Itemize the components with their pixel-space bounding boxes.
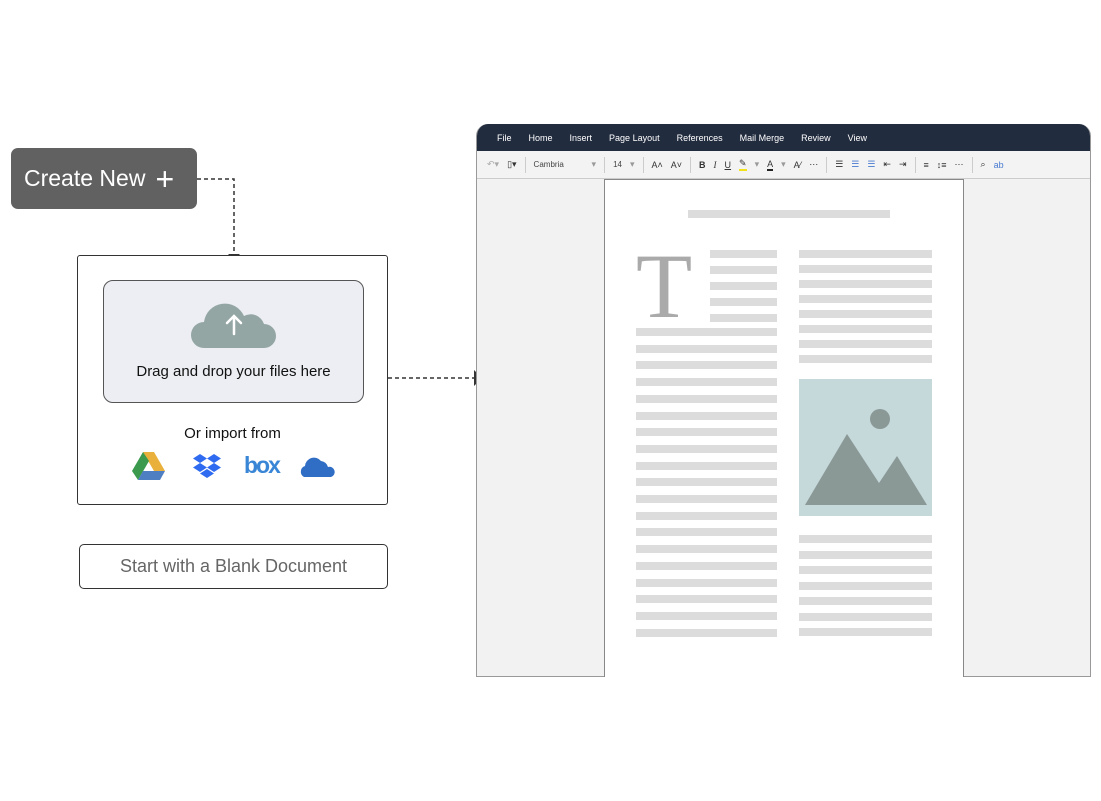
text-line [799, 550, 932, 559]
grow-font-icon[interactable]: A˄ [652, 160, 663, 170]
text-line [636, 361, 777, 370]
text-line [636, 561, 777, 570]
font-size-select[interactable]: 14 [613, 160, 622, 169]
text-line [799, 340, 932, 348]
text-line [799, 310, 932, 318]
create-new-label: Create New [24, 165, 146, 191]
text-line [636, 511, 777, 520]
text-line [636, 394, 777, 403]
text-line [636, 495, 777, 503]
menu-page-layout[interactable]: Page Layout [609, 133, 660, 143]
undo-icon[interactable]: ↶▾ [487, 159, 499, 170]
text-line [636, 344, 777, 353]
plus-icon: + [155, 160, 175, 197]
text-line [710, 298, 777, 306]
chevron-down-icon[interactable]: ▾ [592, 159, 597, 170]
divider [642, 156, 644, 173]
text-line [636, 478, 777, 487]
box-icon[interactable]: box [244, 452, 281, 479]
text-line [688, 210, 890, 218]
shrink-font-icon[interactable]: A˅ [671, 160, 682, 170]
line-spacing-icon[interactable]: ↕≡ [937, 160, 947, 170]
text-line [710, 266, 777, 274]
align-icon[interactable]: ≡ [924, 160, 929, 170]
text-line [799, 295, 932, 303]
underline-icon[interactable]: U [725, 160, 732, 170]
menu-mail-merge[interactable]: Mail Merge [740, 133, 785, 143]
italic-icon[interactable]: I [714, 160, 717, 170]
text-line [799, 597, 932, 605]
bullet-list-icon[interactable]: ☰ [835, 159, 843, 170]
decrease-indent-icon[interactable]: ⇤ [883, 159, 891, 170]
google-drive-icon[interactable] [132, 452, 166, 481]
divider [524, 156, 526, 173]
menu-view[interactable]: View [848, 133, 867, 143]
menu-review[interactable]: Review [801, 133, 831, 143]
text-line [636, 628, 777, 637]
image-placeholder-icon [799, 379, 932, 516]
text-line [636, 595, 777, 604]
text-line [710, 250, 777, 258]
text-line [636, 578, 777, 587]
clear-format-icon[interactable]: A⁄ [794, 160, 802, 170]
text-line [799, 612, 932, 621]
search-icon[interactable]: ⌕ [981, 159, 986, 170]
text-line [799, 325, 932, 333]
menu-home[interactable]: Home [529, 133, 553, 143]
font-color-icon[interactable]: A [767, 159, 774, 171]
divider [971, 156, 973, 173]
multilevel-list-icon[interactable]: ☰ [867, 159, 875, 170]
replace-icon[interactable]: ab [994, 160, 1004, 170]
bold-icon[interactable]: B [699, 160, 706, 170]
onedrive-icon[interactable] [298, 455, 336, 478]
text-line [636, 545, 777, 554]
increase-indent-icon[interactable]: ⇥ [899, 159, 907, 170]
divider [826, 156, 828, 173]
start-blank-document-button[interactable]: Start with a Blank Document [79, 544, 388, 589]
text-line [636, 411, 777, 420]
divider [690, 156, 692, 173]
more-icon[interactable]: ⋯ [809, 159, 818, 170]
cloud-upload-icon [191, 303, 276, 348]
divider [914, 156, 916, 173]
menu-insert[interactable]: Insert [570, 133, 593, 143]
text-line [710, 282, 777, 290]
text-line [799, 581, 932, 590]
numbered-list-icon[interactable]: ☰ [851, 159, 859, 170]
text-line [799, 280, 932, 288]
menu-bar: File Home Insert Page Layout References … [477, 124, 1090, 151]
menu-references[interactable]: References [677, 133, 723, 143]
text-line [799, 628, 932, 636]
toolbar: ↶▾ ▯▾ Cambria ▾ 14 ▾ A˄ A˅ B I U ✎ ▾ A ▾ A… [477, 151, 1090, 179]
text-line [710, 314, 777, 322]
text-line [636, 444, 777, 453]
text-line [799, 265, 932, 273]
create-new-button[interactable]: Create New + [11, 148, 197, 209]
clipboard-icon[interactable]: ▯▾ [507, 159, 516, 170]
import-label: Or import from [184, 425, 281, 442]
text-line [636, 528, 777, 537]
drop-cap: T [636, 235, 693, 337]
divider [604, 156, 606, 173]
text-line [799, 535, 932, 543]
text-line [636, 428, 777, 437]
text-line [636, 378, 777, 387]
more-icon[interactable]: ⋯ [955, 159, 964, 170]
text-line [799, 355, 932, 363]
menu-file[interactable]: File [497, 133, 512, 143]
drop-text: Drag and drop your files here [136, 363, 331, 380]
highlight-icon[interactable]: ✎ [739, 158, 747, 171]
text-line [799, 250, 932, 258]
text-line [636, 611, 777, 620]
font-select[interactable]: Cambria [534, 160, 584, 169]
dropbox-icon[interactable] [193, 454, 222, 479]
chevron-down-icon[interactable]: ▾ [630, 159, 635, 170]
text-line [636, 461, 777, 470]
text-line [799, 566, 932, 574]
